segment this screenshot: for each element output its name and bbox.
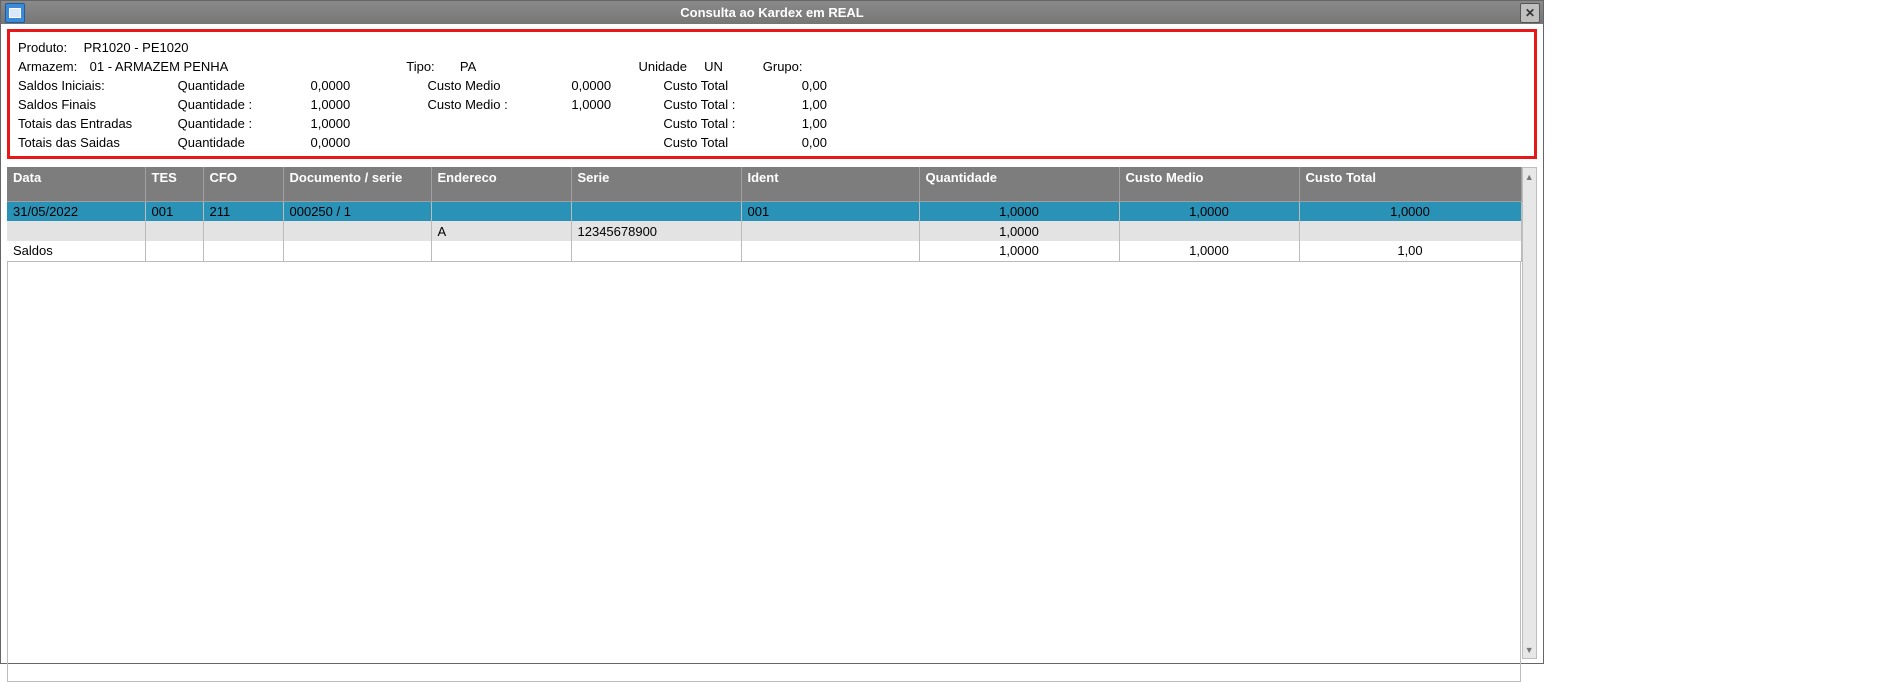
table-row[interactable]: 31/05/2022001211000250 / 10011,00001,000… [7, 201, 1521, 221]
grid-empty-area [7, 262, 1521, 682]
cell-ident [741, 241, 919, 261]
cell-doc [283, 241, 431, 261]
cell-data [7, 221, 145, 241]
unidade-value: UN [704, 57, 759, 76]
col-header-cm[interactable]: Custo Medio [1119, 167, 1299, 201]
saidas-qtd: 0,0000 [280, 133, 350, 152]
cell-doc [283, 221, 431, 241]
finais-qtd-label: Quantidade : [178, 95, 277, 114]
cell-qtd: 1,0000 [919, 201, 1119, 221]
summary-row-produto: Produto: PR1020 - PE1020 [18, 38, 1526, 57]
tipo-value: PA [460, 57, 635, 76]
kardex-grid[interactable]: Data TES CFO Documento / serie Endereco … [7, 167, 1522, 262]
summary-row-entradas: Totais das Entradas Quantidade : 1,0000 … [18, 114, 1526, 133]
entradas-qtd: 1,0000 [280, 114, 350, 133]
cell-serie: 12345678900 [571, 221, 741, 241]
cell-data: 31/05/2022 [7, 201, 145, 221]
col-header-data[interactable]: Data [7, 167, 145, 201]
cell-cm: 1,0000 [1119, 201, 1299, 221]
kardex-window: Consulta ao Kardex em REAL ✕ Produto: PR… [0, 0, 1544, 664]
col-header-ct[interactable]: Custo Total [1299, 167, 1521, 201]
cell-ident: 001 [741, 201, 919, 221]
iniciais-cm-label: Custo Medio [428, 76, 548, 95]
col-header-doc[interactable]: Documento / serie [283, 167, 431, 201]
table-row[interactable]: Saldos1,00001,00001,00 [7, 241, 1521, 261]
cell-cfo [203, 241, 283, 261]
finais-label: Saldos Finais [18, 95, 174, 114]
cell-end [431, 201, 571, 221]
scroll-down-icon[interactable]: ▼ [1523, 641, 1537, 658]
cell-serie [571, 241, 741, 261]
close-icon: ✕ [1525, 6, 1535, 20]
kardex-grid-wrap: Data TES CFO Documento / serie Endereco … [7, 167, 1537, 657]
col-header-cfo[interactable]: CFO [203, 167, 283, 201]
armazem-value: 01 - ARMAZEM PENHA [90, 57, 403, 76]
saidas-qtd-label: Quantidade [178, 133, 277, 152]
unidade-label: Unidade [639, 57, 701, 76]
produto-value: PR1020 - PE1020 [84, 38, 189, 57]
col-header-qtd[interactable]: Quantidade [919, 167, 1119, 201]
titlebar[interactable]: Consulta ao Kardex em REAL ✕ [1, 1, 1543, 24]
cell-cfo: 211 [203, 201, 283, 221]
finais-ct: 1,00 [772, 95, 827, 114]
cell-end [431, 241, 571, 261]
cell-cm [1119, 221, 1299, 241]
cell-cfo [203, 221, 283, 241]
armazem-label: Armazem: [18, 57, 86, 76]
saidas-ct: 0,00 [772, 133, 827, 152]
entradas-qtd-label: Quantidade : [178, 114, 277, 133]
cell-ident [741, 221, 919, 241]
cell-ct: 1,00 [1299, 241, 1521, 261]
cell-cm: 1,0000 [1119, 241, 1299, 261]
grupo-label: Grupo: [763, 57, 823, 76]
cell-tes [145, 241, 203, 261]
iniciais-cm: 0,0000 [551, 76, 611, 95]
cell-doc: 000250 / 1 [283, 201, 431, 221]
summary-row-armazem: Armazem: 01 - ARMAZEM PENHA Tipo: PA Uni… [18, 57, 1526, 76]
summary-panel: Produto: PR1020 - PE1020 Armazem: 01 - A… [7, 29, 1537, 159]
iniciais-qtd-label: Quantidade [178, 76, 277, 95]
finais-cm: 1,0000 [551, 95, 611, 114]
summary-row-saidas: Totais das Saidas Quantidade 0,0000 Cust… [18, 133, 1526, 152]
table-row[interactable]: A12345678900 1,0000 [7, 221, 1521, 241]
cell-tes: 001 [145, 201, 203, 221]
iniciais-label: Saldos Iniciais: [18, 76, 174, 95]
finais-ct-label: Custo Total : [663, 95, 768, 114]
finais-qtd: 1,0000 [280, 95, 350, 114]
cell-qtd: 1,0000 [919, 221, 1119, 241]
entradas-ct-label: Custo Total : [663, 114, 768, 133]
summary-row-iniciais: Saldos Iniciais: Quantidade 0,0000 Custo… [18, 76, 1526, 95]
tipo-label: Tipo: [406, 57, 456, 76]
iniciais-qtd: 0,0000 [280, 76, 350, 95]
grid-header-row: Data TES CFO Documento / serie Endereco … [7, 167, 1521, 201]
cell-serie [571, 201, 741, 221]
kardex-grid-container: Data TES CFO Documento / serie Endereco … [7, 167, 1522, 657]
col-header-ident[interactable]: Ident [741, 167, 919, 201]
finais-cm-label: Custo Medio : [428, 95, 548, 114]
close-button[interactable]: ✕ [1520, 3, 1540, 23]
iniciais-ct-label: Custo Total [663, 76, 768, 95]
cell-qtd: 1,0000 [919, 241, 1119, 261]
scroll-up-icon[interactable]: ▲ [1523, 168, 1537, 185]
iniciais-ct: 0,00 [772, 76, 827, 95]
cell-tes [145, 221, 203, 241]
cell-end: A [431, 221, 571, 241]
saidas-ct-label: Custo Total [663, 133, 768, 152]
window-title: Consulta ao Kardex em REAL [680, 5, 864, 20]
cell-ct [1299, 221, 1521, 241]
col-header-tes[interactable]: TES [145, 167, 203, 201]
saidas-label: Totais das Saidas [18, 133, 174, 152]
app-icon [5, 3, 25, 23]
cell-data: Saldos [7, 241, 145, 261]
col-header-serie[interactable]: Serie [571, 167, 741, 201]
entradas-ct: 1,00 [772, 114, 827, 133]
col-header-end[interactable]: Endereco [431, 167, 571, 201]
entradas-label: Totais das Entradas [18, 114, 174, 133]
vertical-scrollbar[interactable]: ▲ ▼ [1522, 167, 1538, 659]
summary-row-finais: Saldos Finais Quantidade : 1,0000 Custo … [18, 95, 1526, 114]
produto-label: Produto: [18, 38, 80, 57]
cell-ct: 1,0000 [1299, 201, 1521, 221]
